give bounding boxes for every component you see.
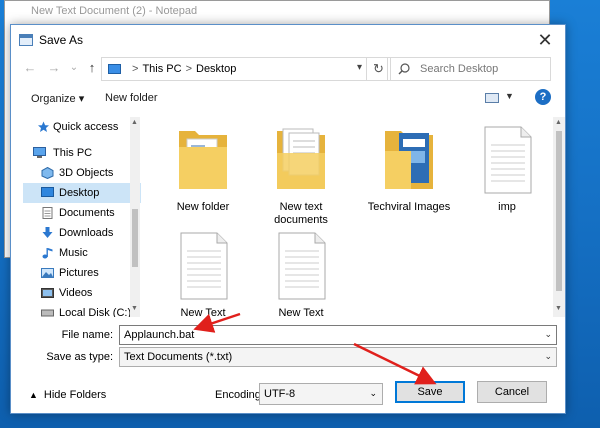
file-item-imp[interactable]: imp [459, 123, 553, 223]
new-folder-button[interactable]: New folder [105, 92, 158, 104]
file-item-new-text[interactable]: New Text [155, 229, 251, 317]
folder-documents-icon [277, 128, 325, 189]
star-icon [38, 121, 49, 132]
address-bar[interactable]: > This PC > Desktop ▾ ↻ [101, 57, 391, 81]
save-as-type-value: Text Documents (*.txt) [124, 351, 233, 363]
chevron-down-icon: ⌄ [369, 388, 377, 398]
file-name-row: File name: Applaunch.bat ⌄ [11, 325, 565, 347]
encoding-value: UTF-8 [264, 388, 296, 400]
search-placeholder: Search Desktop [420, 63, 499, 75]
organize-menu[interactable]: Organize ▾ [31, 92, 84, 105]
folder-images-icon [385, 131, 433, 189]
save-as-type-row: Save as type: Text Documents (*.txt) ⌄ [11, 347, 565, 369]
navigation-bar: ← → ⌄ ↑ > This PC > Desktop ▾ ↻ Search Desk… [11, 55, 565, 83]
save-as-dialog: Save As ✕ ← → ⌄ ↑ > This PC > Desktop ▾ ↻ S… [10, 24, 566, 414]
disk-icon [41, 309, 54, 317]
file-list-scrollbar[interactable]: ▲ ▼ [553, 117, 565, 317]
cancel-button[interactable]: Cancel [477, 381, 547, 403]
file-item-techviral-images[interactable]: Techviral Images [361, 123, 457, 223]
text-file-icon [484, 126, 532, 194]
change-view-icon[interactable] [485, 93, 499, 103]
file-name-input[interactable]: Applaunch.bat ⌄ [119, 325, 557, 345]
sidebar-item-this-pc[interactable]: This PC [23, 143, 141, 163]
sidebar-item-music[interactable]: Music [23, 243, 141, 263]
sidebar-item-downloads[interactable]: Downloads [23, 223, 141, 243]
download-icon [42, 227, 53, 238]
file-item-new-text-documents[interactable]: New text documents [253, 123, 349, 226]
sidebar-item-desktop[interactable]: Desktop [23, 183, 141, 203]
pictures-icon [41, 268, 54, 278]
close-button[interactable]: ✕ [533, 28, 557, 52]
navigation-pane: Quick access This PC 3D Objects Desktop … [23, 117, 143, 317]
recent-locations-icon[interactable]: ⌄ [65, 59, 83, 77]
sidebar-scrollbar[interactable]: ▲ ▼ [130, 117, 140, 317]
toolbar: Organize ▾ New folder ▼ ? [11, 87, 565, 111]
file-item-new-folder[interactable]: New folder [155, 123, 251, 223]
sidebar-item-documents[interactable]: Documents [23, 203, 141, 223]
file-name-value: Applaunch.bat [124, 329, 195, 341]
pc-icon [108, 64, 121, 74]
breadcrumb-this-pc[interactable]: This PC [142, 63, 181, 75]
breadcrumb-desktop[interactable]: Desktop [196, 63, 236, 75]
up-folder-icon[interactable]: ↑ [83, 59, 101, 77]
file-name-label: File name: [61, 329, 113, 341]
back-icon[interactable]: ← [21, 59, 39, 77]
music-icon [42, 248, 53, 259]
file-list: New folder New text documents Techviral [143, 117, 553, 317]
sidebar-item-quick-access[interactable]: Quick access [23, 117, 141, 137]
chevron-down-icon: ⌄ [544, 351, 552, 361]
search-icon [398, 63, 410, 75]
hide-folders-label: Hide Folders [43, 389, 107, 401]
encoding-select[interactable]: UTF-8 ⌄ [259, 383, 383, 405]
documents-icon [42, 207, 53, 219]
view-dropdown-icon[interactable]: ▼ [505, 91, 514, 101]
help-icon[interactable]: ? [535, 89, 551, 105]
folder-icon [179, 131, 227, 189]
dialog-title: Save As [39, 33, 84, 47]
save-as-type-label: Save as type: [46, 351, 113, 363]
chevron-up-icon: ▲ [29, 390, 38, 400]
file-name-dropdown-icon[interactable]: ⌄ [544, 329, 552, 340]
cube-icon [41, 167, 54, 179]
sidebar-item-pictures[interactable]: Pictures [23, 263, 141, 283]
sidebar-item-videos[interactable]: Videos [23, 283, 141, 303]
title-bar[interactable]: Save As ✕ [11, 25, 565, 55]
save-button[interactable]: Save [395, 381, 465, 403]
sidebar-item-local-disk[interactable]: Local Disk (C:) [23, 303, 141, 317]
breadcrumb: > This PC > Desktop [132, 63, 237, 75]
text-file-icon [278, 232, 326, 300]
background-window-title: New Text Document (2) - Notepad [31, 5, 198, 17]
file-item-new-text-2[interactable]: New Text [253, 229, 349, 317]
encoding-label: Encoding: [215, 389, 264, 401]
pc-icon [33, 147, 46, 158]
save-as-window-icon [19, 34, 33, 46]
sidebar-item-3d-objects[interactable]: 3D Objects [23, 163, 141, 183]
file-list-scroll-thumb[interactable] [556, 131, 562, 291]
desktop-icon [41, 187, 54, 197]
videos-icon [41, 288, 54, 298]
hide-folders-button[interactable]: ▲ Hide Folders [29, 389, 106, 401]
address-dropdown-icon[interactable]: ▾ [357, 62, 362, 73]
save-as-type-select[interactable]: Text Documents (*.txt) ⌄ [119, 347, 557, 367]
search-input[interactable]: Search Desktop [387, 57, 551, 81]
text-file-icon [180, 232, 228, 300]
sidebar-scroll-thumb[interactable] [132, 209, 138, 267]
forward-icon[interactable]: → [45, 59, 63, 77]
